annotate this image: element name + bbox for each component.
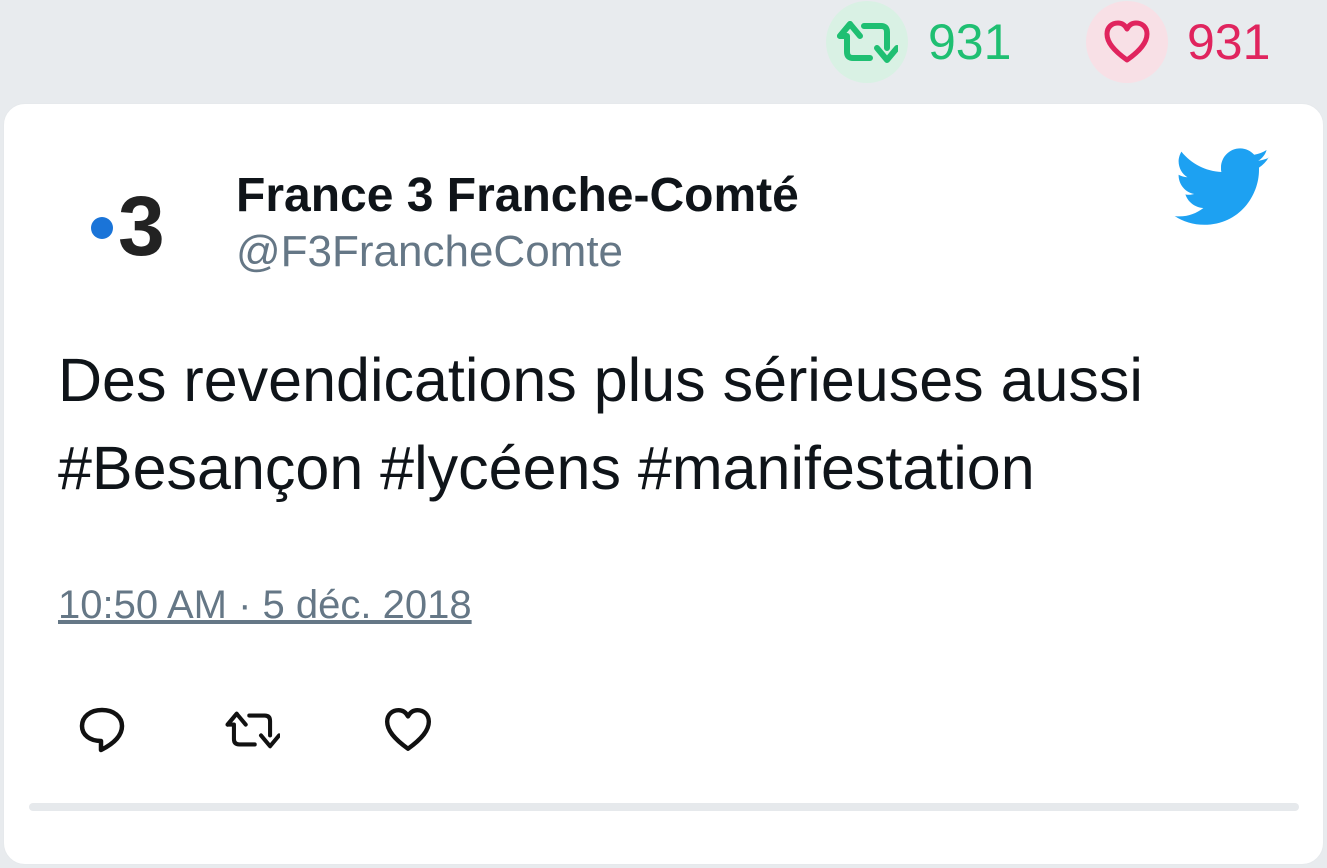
tweet-text-line: Des revendications plus sérieuses aussi	[58, 346, 1143, 414]
like-icon[interactable]	[380, 702, 436, 758]
tweet-hashtags[interactable]: #Besançon #lycéens #manifestation	[58, 424, 1288, 512]
tweet-card: 3 France 3 Franche-Comté @F3FrancheComte…	[3, 103, 1324, 865]
retweet-count: 931	[928, 14, 1012, 70]
retweet-icon[interactable]	[224, 702, 280, 758]
retweet-stat-icon	[826, 1, 908, 83]
author-display-name[interactable]: France 3 Franche-Comté	[236, 168, 799, 224]
like-count: 931	[1187, 14, 1271, 70]
tweet-timestamp-link[interactable]: 10:50 AM · 5 déc. 2018	[58, 582, 472, 628]
like-stat-icon	[1086, 1, 1168, 83]
card-divider	[29, 803, 1299, 811]
tweet-stats-bar: 931 931	[0, 0, 1327, 100]
reply-icon[interactable]	[74, 702, 130, 758]
twitter-bird-icon[interactable]	[1174, 148, 1272, 228]
author-handle[interactable]: @F3FrancheComte	[236, 226, 623, 278]
author-avatar[interactable]: 3	[60, 167, 198, 277]
tweet-body: Des revendications plus sérieuses aussi …	[58, 336, 1288, 512]
france3-logo-icon: 3	[91, 179, 165, 267]
avatar-text: 3	[118, 179, 165, 267]
